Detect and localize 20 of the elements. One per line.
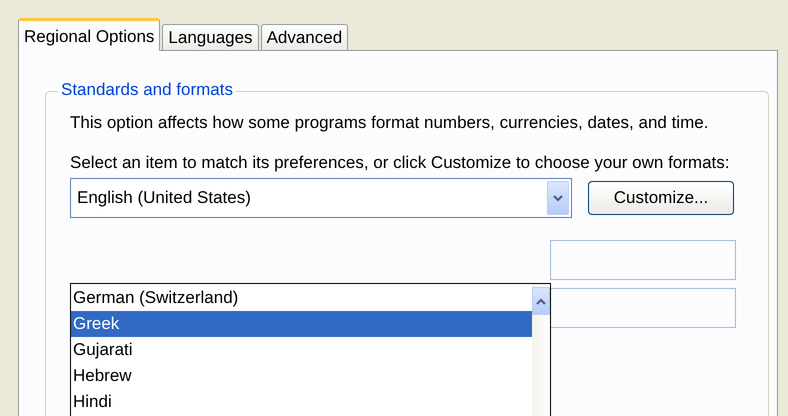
- list-item[interactable]: Hebrew: [71, 363, 532, 389]
- chevron-down-icon: [553, 194, 563, 202]
- scroll-up-button[interactable]: [532, 287, 550, 315]
- list-item[interactable]: Greek: [71, 311, 532, 337]
- input-field[interactable]: [550, 288, 736, 328]
- input-field[interactable]: [550, 240, 736, 280]
- list-item[interactable]: German (Switzerland): [71, 285, 532, 311]
- tab[interactable]: Advanced: [260, 24, 348, 50]
- tab[interactable]: Regional Options: [18, 18, 160, 51]
- list-item[interactable]: Hindi: [71, 389, 532, 415]
- instruction-text: Select an item to match its preferences, or click Customize to choose your own formats:: [70, 152, 730, 174]
- description-text: This option affects how some programs format numbers, currencies, dates, and time.: [70, 112, 710, 134]
- dropdown-value: English (United States): [77, 188, 251, 208]
- dropdown-button[interactable]: [547, 181, 569, 215]
- scrollbar[interactable]: [532, 284, 550, 416]
- chevron-up-icon: [536, 298, 546, 304]
- format-dropdown[interactable]: English (United States): [70, 178, 572, 218]
- customize-button[interactable]: Customize...: [588, 181, 734, 215]
- list-item[interactable]: Gujarati: [71, 337, 532, 363]
- tab[interactable]: Languages: [162, 24, 259, 50]
